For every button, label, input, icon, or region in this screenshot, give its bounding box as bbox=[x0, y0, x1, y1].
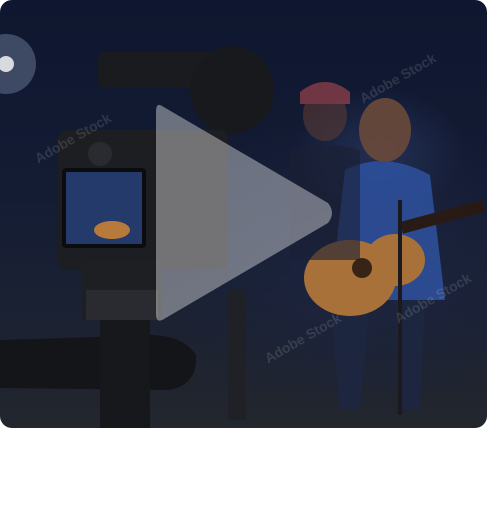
play-icon bbox=[156, 104, 332, 321]
play-button[interactable] bbox=[150, 98, 340, 328]
video-player[interactable]: Adobe Stock Adobe Stock Adobe Stock Adob… bbox=[0, 0, 487, 428]
